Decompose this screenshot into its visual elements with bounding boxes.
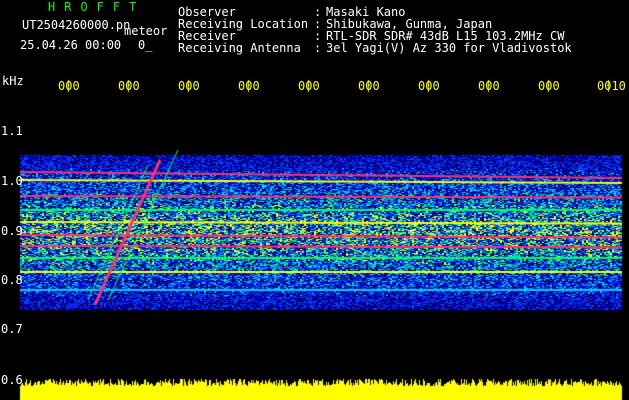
frame-counter: 0_ bbox=[138, 38, 153, 52]
x-tick-label: 0010 bbox=[597, 79, 626, 93]
x-tick-label: 000 bbox=[298, 79, 320, 93]
y-tick-label: 0.9 bbox=[1, 224, 23, 238]
file-name: UT2504260000.pn bbox=[22, 18, 131, 32]
spectrogram bbox=[0, 0, 629, 400]
timestamp: 25.04.26 00:00 bbox=[20, 38, 122, 52]
x-tick-label: 000 bbox=[538, 79, 560, 93]
app-brand: HROFFT bbox=[48, 0, 146, 14]
y-tick-label: 0.8 bbox=[1, 273, 23, 287]
y-tick-label: 1.1 bbox=[1, 124, 23, 138]
y-tick-label: 1.0 bbox=[1, 174, 23, 188]
x-tick-label: 000 bbox=[238, 79, 260, 93]
y-tick-label: 0.6 bbox=[1, 373, 23, 387]
x-tick-label: 000 bbox=[178, 79, 200, 93]
hrofft-window: HROFFT UT2504260000.pn meteor 25.04.26 0… bbox=[0, 0, 629, 400]
y-tick-label: 0.7 bbox=[1, 322, 23, 336]
x-tick-label: 000 bbox=[118, 79, 140, 93]
detection-tag: meteor bbox=[124, 24, 168, 38]
x-tick-label: 000 bbox=[418, 79, 440, 93]
info-colon: : bbox=[314, 41, 322, 55]
x-tick-label: 000 bbox=[478, 79, 500, 93]
x-tick-label: 000 bbox=[358, 79, 380, 93]
y-axis-unit: kHz bbox=[2, 74, 24, 88]
x-tick-label: 000 bbox=[58, 79, 80, 93]
info-label-antenna: Receiving Antenna bbox=[178, 41, 301, 55]
info-value-antenna: 3el Yagi(V) Az 330 for Vladivostok bbox=[326, 41, 572, 55]
